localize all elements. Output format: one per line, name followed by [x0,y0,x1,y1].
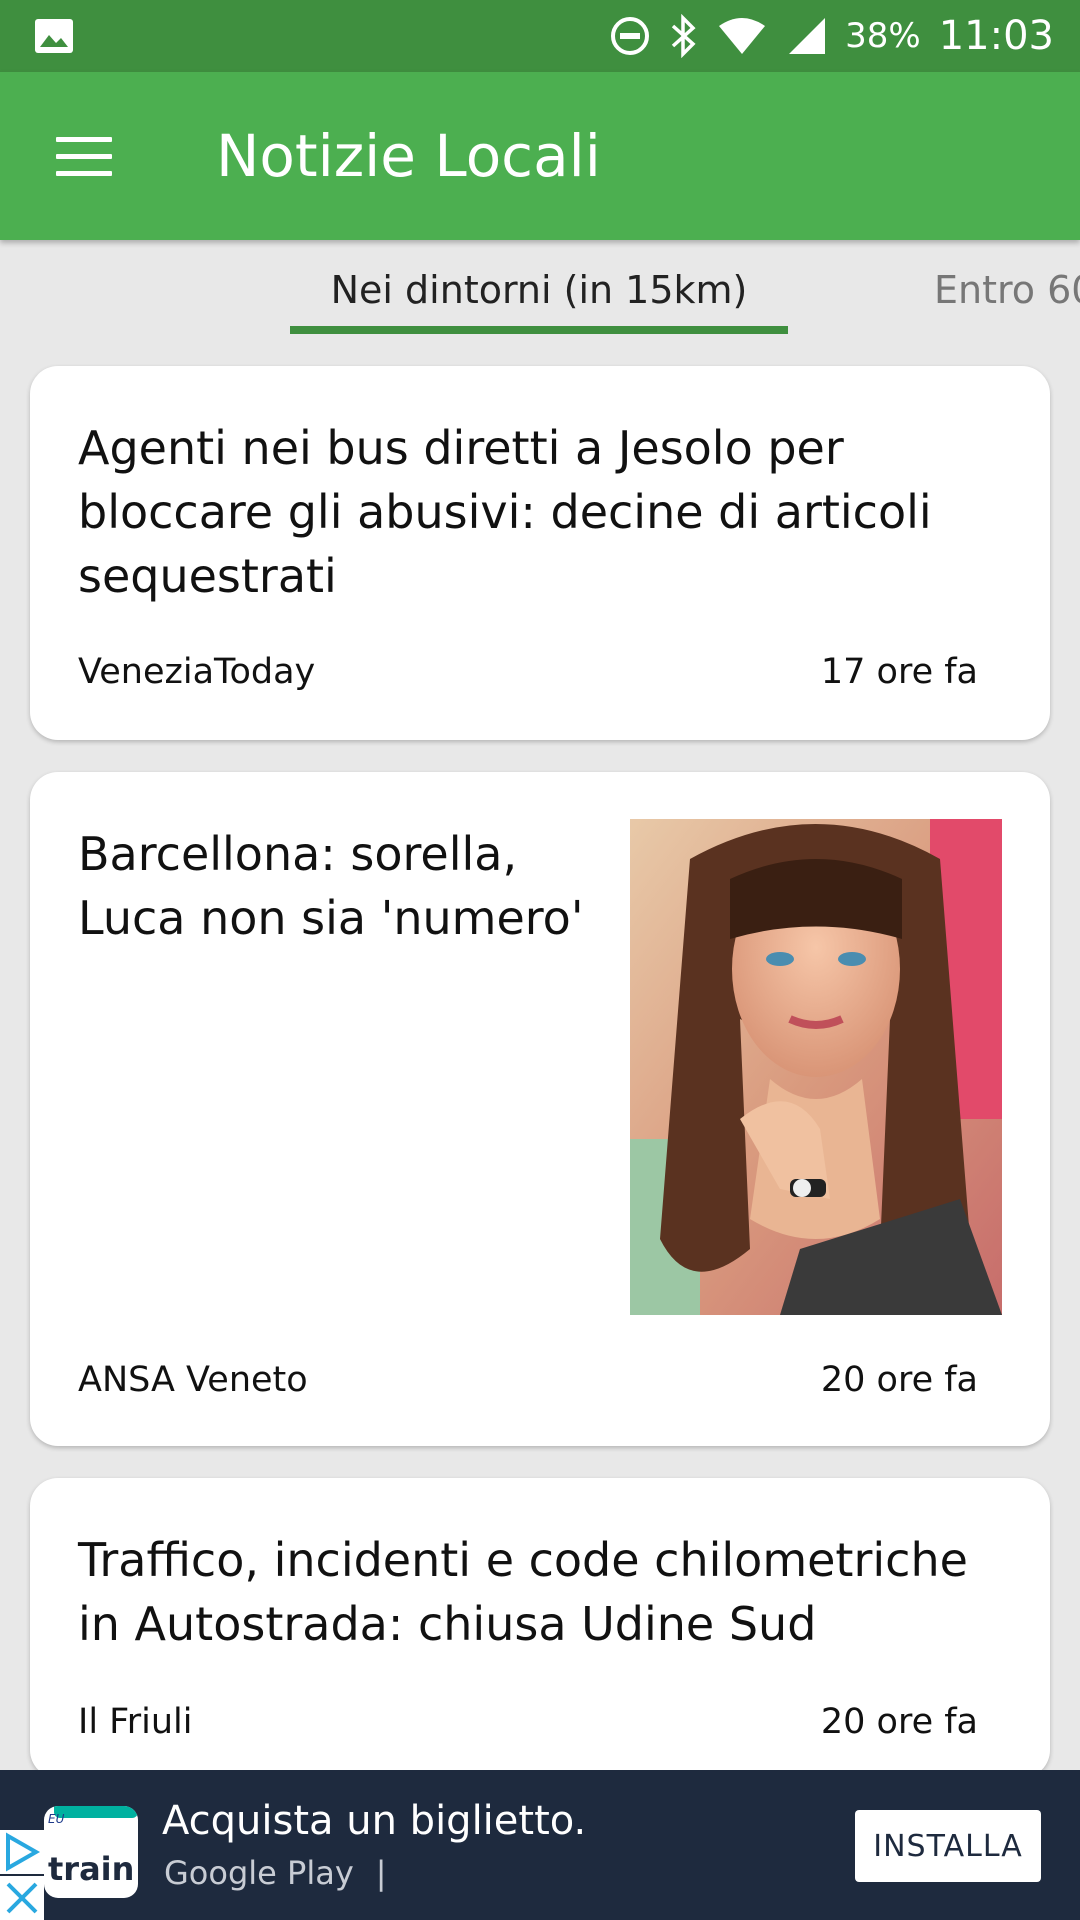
store-name: Google Play [164,1854,354,1892]
article-source: Il Friuli [78,1702,193,1742]
app-title: Notizie Locali [216,122,601,190]
article-time: 17 ore fa [820,652,978,692]
do-not-disturb-icon [611,17,650,55]
signal-icon [789,18,826,54]
close-icon[interactable] [0,1876,44,1920]
bluetooth-icon [671,14,696,58]
article-card[interactable]: Agenti nei bus diretti a Jesolo per bloc… [30,366,1050,740]
ad-headline[interactable]: Acquista un biglietto. [162,1798,586,1844]
tab-nearby[interactable]: Nei dintorni (in 15km) [290,268,788,312]
status-icons: 38% 11:03 [609,0,1054,72]
app-bar: Notizie Locali [0,72,1080,240]
tab-within-60[interactable]: Entro 60 [934,268,1080,312]
article-time: 20 ore fa [820,1360,978,1400]
tab-bar: Nei dintorni (in 15km) Entro 60 [0,240,1080,340]
tab-indicator [290,326,788,334]
article-title: Agenti nei bus diretti a Jesolo per bloc… [78,421,932,603]
article-title: Traffico, incidenti e code chilometriche… [78,1533,968,1651]
wifi-icon [719,18,766,54]
article-title: Barcellona: sorella, Luca non sia 'numer… [78,827,584,945]
ad-store: Google Play | [164,1854,387,1892]
article-thumbnail [630,819,1002,1315]
logo-stripe [54,1806,138,1818]
ad-banner[interactable]: EU train Acquista un biglietto. Google P… [0,1770,1080,1920]
logo-badge: EU [48,1812,65,1826]
article-source: VeneziaToday [78,652,316,692]
article-card[interactable]: Barcellona: sorella, Luca non sia 'numer… [30,772,1050,1446]
clock: 11:03 [938,13,1054,59]
battery-percent: 38% [845,16,921,56]
article-source: ANSA Veneto [78,1360,308,1400]
separator: | [375,1854,387,1892]
article-card[interactable]: Traffico, incidenti e code chilometriche… [30,1478,1050,1778]
advertiser-logo[interactable]: EU train [44,1806,138,1898]
adchoices-icon[interactable] [0,1830,44,1874]
status-bar: 38% 11:03 [0,0,1080,72]
article-time: 20 ore fa [820,1702,978,1742]
install-button[interactable]: INSTALLA [855,1810,1041,1882]
gallery-icon [35,19,73,53]
logo-text: train [48,1850,135,1888]
hamburger-menu-icon[interactable] [38,116,130,196]
